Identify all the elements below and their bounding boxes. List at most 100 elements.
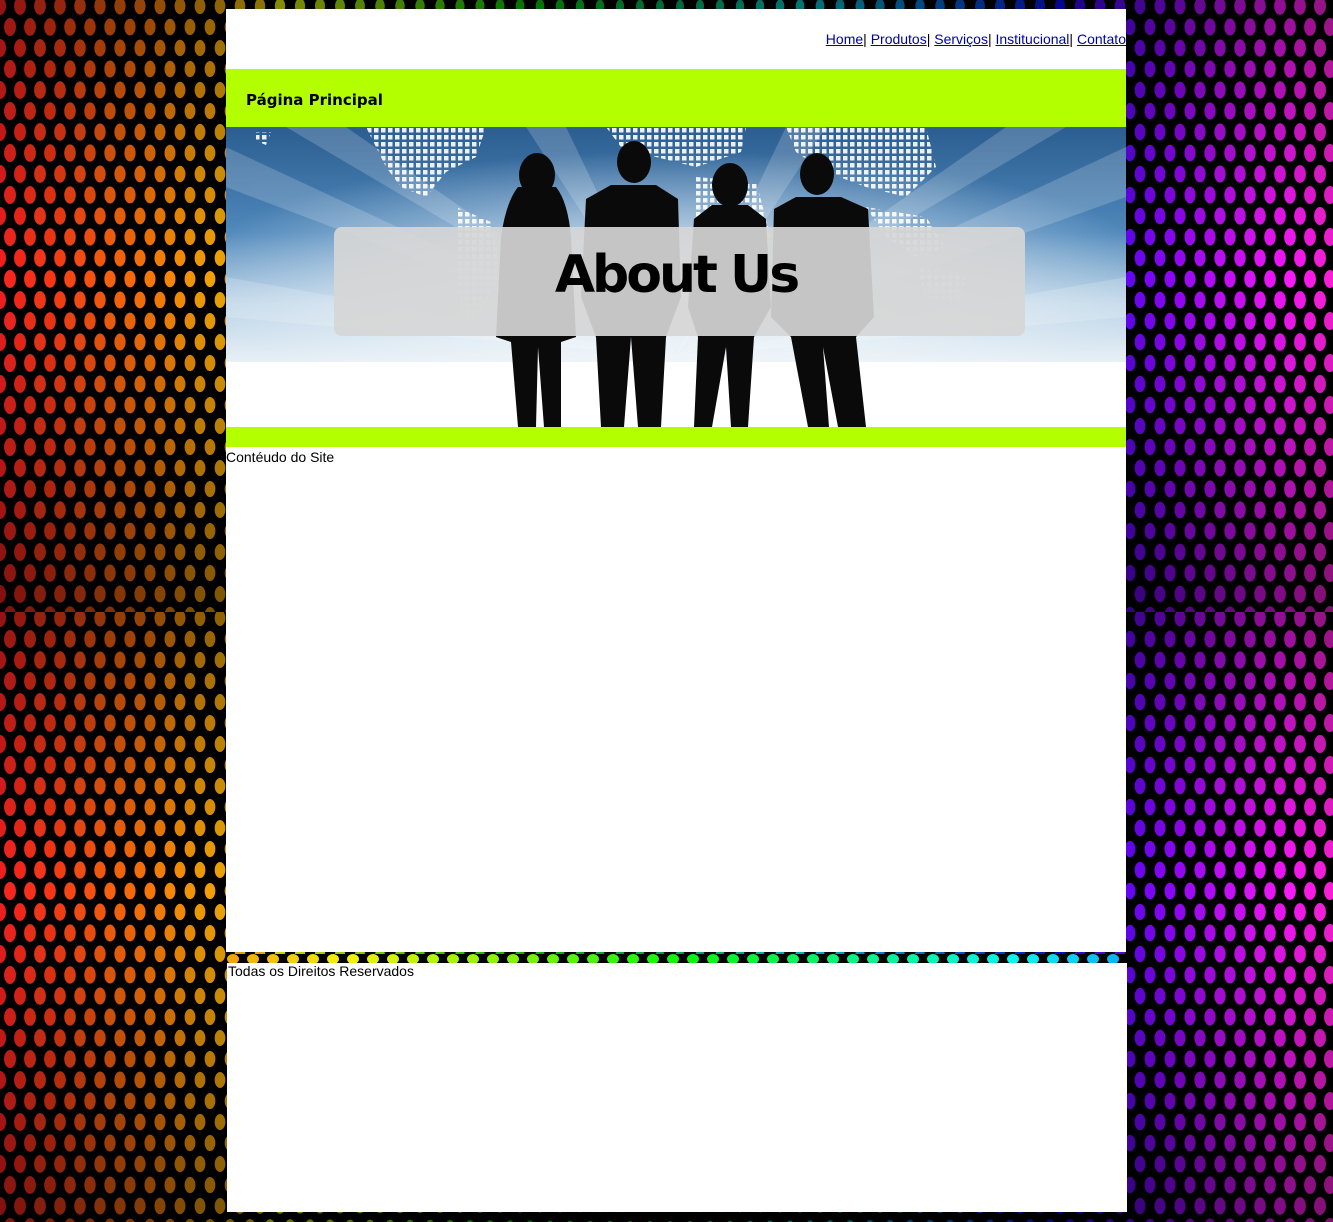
nav-link-home[interactable]: Home [826,31,863,47]
background-dot [1234,543,1246,561]
about-us-banner: About Us [226,127,1126,427]
background-dot [184,1092,196,1110]
background-dot [194,735,206,753]
background-dot [124,522,136,540]
background-dot [164,564,176,582]
background-dot [1194,1155,1206,1173]
background-dot [1144,480,1156,498]
nav-link-contato[interactable]: Contato [1077,31,1126,47]
background-dot [1164,966,1176,984]
background-dot [64,312,76,330]
background-dot [184,480,196,498]
background-dot [1244,354,1256,372]
background-dot [54,459,66,477]
nav-link-produtos[interactable]: Produtos [871,31,927,47]
background-dot [1234,903,1246,921]
background-dot [1214,249,1226,267]
background-dot [1124,522,1136,540]
background-dot [1224,312,1236,330]
background-dot [194,123,206,141]
background-dot [74,1113,86,1131]
background-dot [94,81,106,99]
background-dot [74,333,86,351]
background-dot [174,903,186,921]
background-dot [74,459,86,477]
nav-link-institucional[interactable]: Institucional [995,31,1069,47]
background-dot [144,882,156,900]
background-dot [1314,249,1326,267]
background-dot [104,522,116,540]
background-dot [1224,924,1236,942]
background-dot [1204,672,1216,690]
background-dot [44,672,56,690]
background-dot [44,1008,56,1026]
background-dot [1164,522,1176,540]
background-dot [1314,501,1326,519]
background-dot [4,672,16,690]
background-dot [204,18,216,36]
background-dot [1254,207,1266,225]
background-dot [144,966,156,984]
background-dot [1214,333,1226,351]
background-dot [184,1050,196,1068]
background-dot [1134,987,1146,1005]
background-dot [1284,186,1296,204]
background-dot [124,60,136,78]
background-dot [1144,672,1156,690]
background-dot [1274,417,1286,435]
background-dot [114,1155,126,1173]
background-dot [1244,60,1256,78]
background-dot [1154,1071,1166,1089]
background-dot [154,735,166,753]
background-dot [1124,354,1136,372]
background-dot [1144,756,1156,774]
background-dot [1134,651,1146,669]
background-dot [174,1113,186,1131]
background-dot [204,312,216,330]
background-dot [1144,1176,1156,1194]
background-dot [1154,543,1166,561]
background-dot [1174,291,1186,309]
background-dot [74,819,86,837]
background-dot [44,564,56,582]
background-dot [204,270,216,288]
background-dot [1224,18,1236,36]
background-dot [154,1071,166,1089]
background-dot [144,840,156,858]
background-dot [74,1071,86,1089]
background-dot [1214,987,1226,1005]
background-dot [164,228,176,246]
background-dot [174,375,186,393]
background-dot [1284,144,1296,162]
background-dot [1194,81,1206,99]
background-dot [1194,987,1206,1005]
background-dot [1134,375,1146,393]
background-dot [1134,543,1146,561]
background-dot [204,522,216,540]
background-dot [204,798,216,816]
background-dot [1124,144,1136,162]
background-dot [1314,1155,1326,1173]
background-dot [84,396,96,414]
background-dot [54,417,66,435]
background-dot [34,1029,46,1047]
background-dot [184,144,196,162]
background-dot [154,81,166,99]
background-dot [64,270,76,288]
background-dot [64,60,76,78]
background-dot [184,966,196,984]
background-dot [1314,123,1326,141]
background-dot [1224,1008,1236,1026]
background-dot [214,1071,226,1089]
background-dot [84,102,96,120]
nav-link-servicos[interactable]: Serviços [934,31,988,47]
background-dot [1274,585,1286,603]
background-dot [124,18,136,36]
background-dot [94,1113,106,1131]
background-dot [1284,60,1296,78]
background-dot [1264,1176,1276,1194]
background-dot [14,1155,26,1173]
background-dot [24,1092,36,1110]
background-dot [134,735,146,753]
background-dot [1204,1176,1216,1194]
